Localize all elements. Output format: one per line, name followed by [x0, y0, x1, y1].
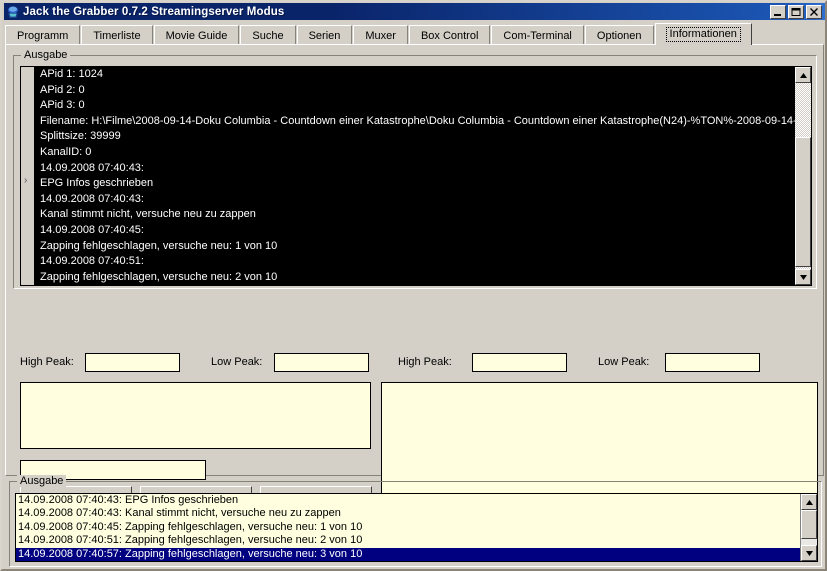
bottom-output-list[interactable]: 14.09.2008 07:40:43: EPG Infos geschrieb…	[15, 493, 818, 562]
left-low-peak-label: Low Peak:	[211, 356, 262, 368]
tab-com-terminal[interactable]: Com-Terminal	[491, 25, 583, 45]
log-scrollbar[interactable]	[795, 67, 811, 285]
tab-label: Suche	[251, 30, 284, 42]
list-item[interactable]: 14.09.2008 07:40:51: Zapping fehlgeschla…	[16, 534, 800, 547]
tab-informationen[interactable]: Informationen	[655, 23, 752, 45]
log-line: APid 3: 0	[38, 98, 795, 114]
log-line: Zapping fehlgeschlagen, versuche neu: 2 …	[38, 270, 795, 285]
bottom-scroll-down-button[interactable]	[801, 545, 817, 561]
left-high-peak-input[interactable]	[85, 353, 180, 372]
log-line: 14.09.2008 07:40:43:	[38, 192, 795, 208]
log-scroll-down-button[interactable]	[795, 269, 811, 285]
tab-label: Informationen	[666, 27, 741, 42]
close-button[interactable]	[806, 5, 822, 19]
bottom-output-line-list: 14.09.2008 07:40:43: EPG Infos geschrieb…	[16, 494, 800, 561]
tab-label: Box Control	[420, 30, 479, 42]
tab-page-informationen: Ausgabe › APid 1: 1024 APid 2: 0 APid 3:…	[5, 44, 824, 476]
tab-box-control[interactable]: Box Control	[409, 25, 490, 45]
tab-programm[interactable]: Programm	[5, 25, 80, 45]
tab-serien[interactable]: Serien	[297, 25, 353, 45]
tab-label: Programm	[16, 30, 69, 42]
tab-optionen[interactable]: Optionen	[585, 25, 654, 45]
tab-label: Optionen	[596, 30, 643, 42]
log-line: Filename: H:\Filme\2008-09-14-Doku Colum…	[38, 114, 795, 130]
log-line: 14.09.2008 07:40:43:	[38, 161, 795, 177]
log-line: Zapping fehlgeschlagen, versuche neu: 1 …	[38, 239, 795, 255]
maximize-button[interactable]	[788, 5, 804, 19]
list-item[interactable]: 14.09.2008 07:40:43: EPG Infos geschrieb…	[16, 494, 800, 507]
tab-timerliste[interactable]: Timerliste	[81, 25, 152, 45]
bottom-scroll-up-button[interactable]	[801, 494, 817, 510]
output-groupbox: Ausgabe › APid 1: 1024 APid 2: 0 APid 3:…	[13, 55, 817, 289]
tab-label: Movie Guide	[165, 30, 229, 42]
bottom-scrollbar-thumb[interactable]	[801, 510, 817, 539]
log-line: EPG Infos geschrieben	[38, 176, 795, 192]
right-low-peak-label: Low Peak:	[598, 356, 649, 368]
log-gutter: ›	[21, 67, 35, 285]
log-line-list: APid 1: 1024 APid 2: 0 APid 3: 0 Filenam…	[35, 67, 795, 285]
window-title: Jack the Grabber 0.7.2 Streamingserver M…	[23, 6, 284, 18]
right-high-peak-label: High Peak:	[398, 356, 452, 368]
tab-label: Muxer	[364, 30, 397, 42]
minimize-button[interactable]	[770, 5, 786, 19]
app-icon	[6, 5, 20, 19]
list-item-selected[interactable]: 14.09.2008 07:40:57: Zapping fehlgeschla…	[16, 548, 800, 561]
tab-muxer[interactable]: Muxer	[353, 25, 408, 45]
log-line: APid 1: 1024	[38, 67, 795, 83]
log-gutter-marker: ›	[24, 175, 27, 186]
tab-movie-guide[interactable]: Movie Guide	[154, 25, 240, 45]
log-textbox[interactable]: › APid 1: 1024 APid 2: 0 APid 3: 0 Filen…	[20, 66, 812, 286]
application-window: Jack the Grabber 0.7.2 Streamingserver M…	[0, 0, 827, 571]
bottom-output-scrollbar[interactable]	[800, 494, 817, 561]
log-line: 14.09.2008 07:40:45:	[38, 223, 795, 239]
tab-suche[interactable]: Suche	[240, 25, 295, 45]
left-high-peak-label: High Peak:	[20, 356, 74, 368]
left-low-peak-input[interactable]	[274, 353, 369, 372]
log-line: Splittsize: 39999	[38, 129, 795, 145]
log-scrollbar-thumb[interactable]	[795, 137, 811, 267]
right-low-peak-input[interactable]	[665, 353, 760, 372]
log-scroll-up-button[interactable]	[795, 67, 811, 83]
output-groupbox-title: Ausgabe	[21, 49, 70, 61]
window-controls	[770, 5, 823, 19]
tab-label: Com-Terminal	[502, 30, 572, 42]
title-bar[interactable]: Jack the Grabber 0.7.2 Streamingserver M…	[4, 3, 825, 20]
bottom-output-groupbox: Ausgabe 14.09.2008 07:40:43: EPG Infos g…	[9, 481, 822, 567]
right-high-peak-input[interactable]	[472, 353, 567, 372]
tab-bar: Programm Timerliste Movie Guide Suche Se…	[5, 23, 824, 45]
bottom-output-groupbox-title: Ausgabe	[17, 475, 66, 487]
list-item[interactable]: 14.09.2008 07:40:45: Zapping fehlgeschla…	[16, 521, 800, 534]
log-line: 14.09.2008 07:40:51:	[38, 254, 795, 270]
tab-label: Timerliste	[92, 30, 141, 42]
left-textarea[interactable]	[20, 382, 371, 449]
log-line: Kanal stimmt nicht, versuche neu zu zapp…	[38, 207, 795, 223]
log-line: APid 2: 0	[38, 83, 795, 99]
log-line: KanalID: 0	[38, 145, 795, 161]
list-item[interactable]: 14.09.2008 07:40:43: Kanal stimmt nicht,…	[16, 507, 800, 520]
tab-label: Serien	[308, 30, 342, 42]
